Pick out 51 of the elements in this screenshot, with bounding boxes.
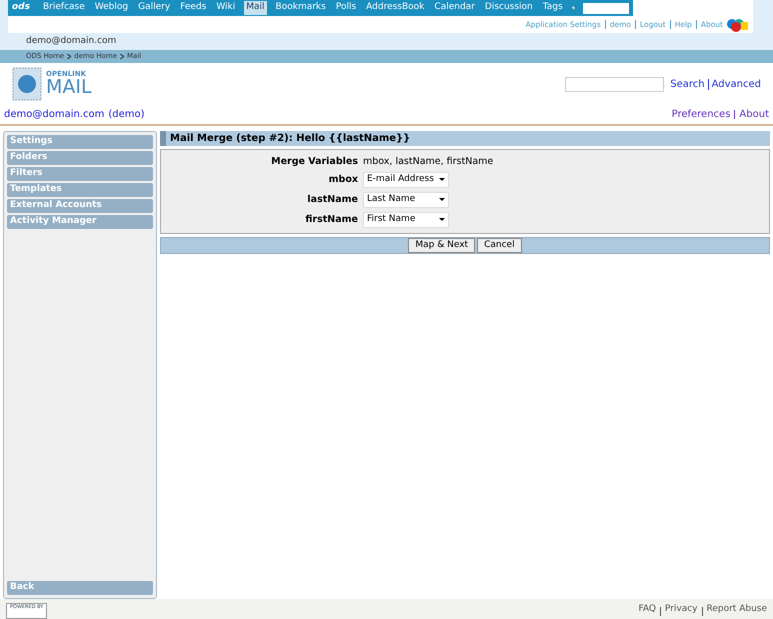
footer-link[interactable]: FAQ: [638, 603, 656, 619]
nav-tab[interactable]: Bookmarks: [274, 1, 327, 15]
nav-tab[interactable]: Briefcase: [42, 1, 86, 15]
nav-tab[interactable]: Polls: [334, 1, 358, 15]
advanced-link[interactable]: Advanced: [712, 76, 761, 92]
account-user-link[interactable]: (demo): [108, 107, 145, 122]
field-label: mbox: [328, 172, 359, 187]
header-link[interactable]: Preferences: [672, 107, 730, 122]
sidebar-item[interactable]: Folders: [7, 151, 153, 166]
back-button[interactable]: Back: [7, 581, 153, 595]
footer-link[interactable]: Report Abuse: [706, 603, 767, 619]
nav-tab[interactable]: Discussion: [484, 1, 534, 15]
merge-variables-text: mbox, lastName, firstName: [363, 154, 494, 169]
sidebar-item[interactable]: Filters: [7, 167, 153, 182]
panel-title: Mail Merge (step #2): Hello {{lastName}}: [160, 131, 770, 146]
nav-tab[interactable]: AddressBook: [365, 1, 426, 15]
nav-tab[interactable]: Feeds: [179, 1, 208, 15]
chevron-right-icon: [120, 54, 124, 59]
sidebar-item[interactable]: Settings: [7, 135, 153, 150]
field-label: firstName: [304, 212, 359, 227]
caret-icon: [439, 218, 445, 222]
nav-tab[interactable]: Calendar: [433, 1, 476, 15]
dropdown[interactable]: Last Name: [363, 192, 449, 208]
form-button[interactable]: Cancel: [477, 238, 522, 254]
nav-tab[interactable]: Weblog: [94, 1, 130, 15]
sidebar-item[interactable]: Templates: [7, 183, 153, 198]
caret-icon: [439, 178, 445, 182]
sidebar-item[interactable]: Activity Manager: [7, 215, 153, 230]
user-email: demo@domain.com: [26, 34, 116, 48]
account-email-link[interactable]: demo@domain.com: [4, 107, 104, 122]
footer-link[interactable]: Privacy: [664, 603, 698, 619]
dropdown[interactable]: First Name: [363, 212, 449, 228]
ods-logo[interactable]: ods: [12, 1, 30, 15]
nav-tab[interactable]: Wiki: [215, 1, 236, 15]
search-field[interactable]: [565, 76, 664, 92]
header-link[interactable]: About: [739, 107, 769, 122]
field-label: lastName: [306, 192, 359, 207]
chevron-right-icon: [67, 54, 72, 59]
search-link[interactable]: Search: [670, 76, 705, 92]
dropdown[interactable]: E-mail Address: [363, 172, 449, 188]
globe-stamp-icon: [12, 66, 42, 101]
sidebar-item[interactable]: External Accounts: [7, 199, 153, 214]
nav-tab[interactable]: Tags: [542, 1, 564, 15]
search-field[interactable]: [583, 2, 629, 14]
caret-icon: [439, 198, 445, 202]
users-icon: [727, 18, 749, 32]
product-text: MAIL: [46, 78, 92, 97]
nav-tab[interactable]: Mail: [244, 1, 267, 15]
nav-tab[interactable]: Gallery: [137, 1, 172, 15]
form-button[interactable]: Map & Next: [408, 238, 476, 254]
field-label: Merge Variables: [270, 154, 359, 169]
